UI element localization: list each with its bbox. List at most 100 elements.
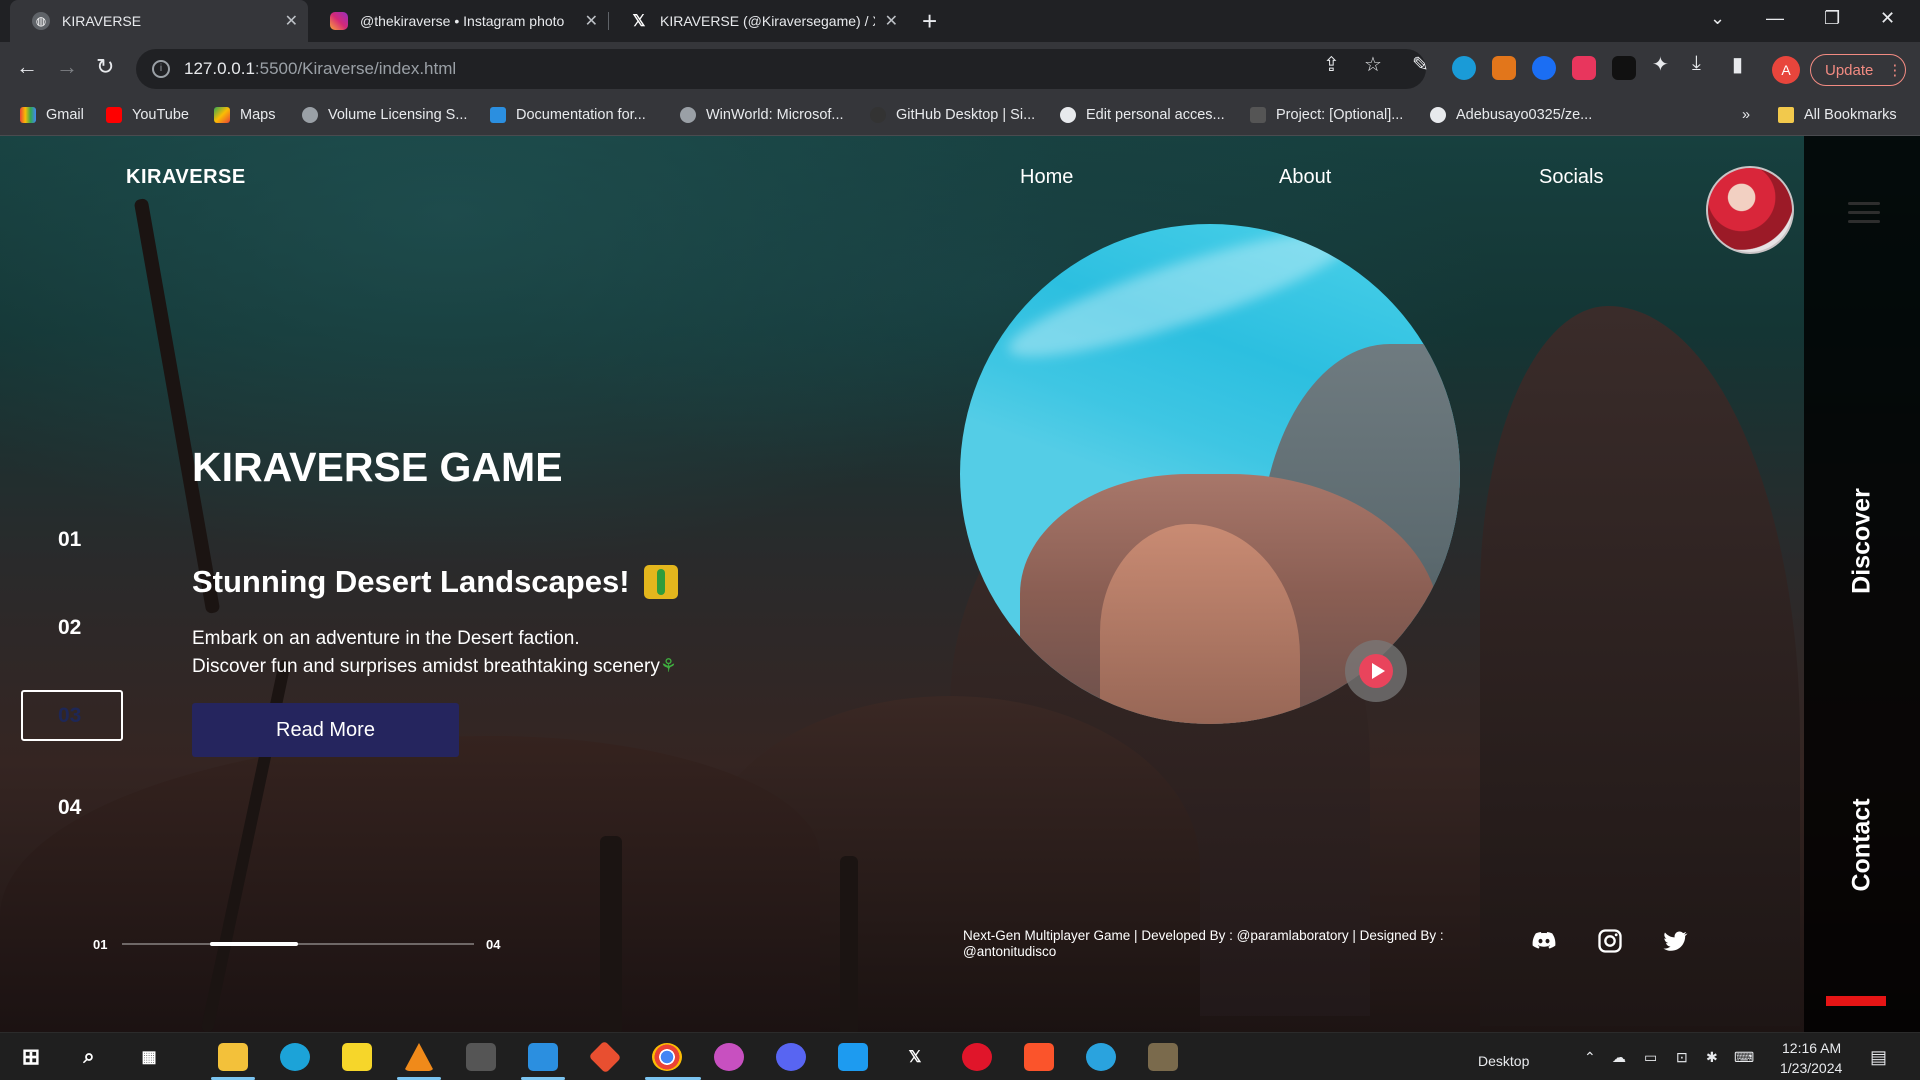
bookmark-adebusayo[interactable]: Adebusayo0325/ze... [1430, 107, 1592, 123]
github-icon [1060, 107, 1076, 123]
extension-p-icon[interactable] [1572, 56, 1596, 80]
task-view-icon[interactable]: ▦ [134, 1043, 164, 1071]
sticky-notes-icon[interactable] [342, 1043, 372, 1071]
bookmark-gmail[interactable]: Gmail [20, 107, 84, 123]
x-logo-icon[interactable]: 𝕏 [900, 1043, 930, 1071]
discord-icon[interactable] [776, 1043, 806, 1071]
bookmark-project[interactable]: Project: [Optional]... [1250, 107, 1403, 123]
bookmark-winworld[interactable]: WinWorld: Microsof... [680, 107, 844, 123]
eyedropper-icon[interactable]: ✎ [1412, 52, 1429, 77]
bookmark-volume-licensing[interactable]: Volume Licensing S... [302, 107, 467, 123]
tab-x[interactable]: 𝕏 KIRAVERSE (@Kiraversegame) / X ✕ [608, 0, 908, 42]
maximize-button[interactable]: ❐ [1824, 8, 1840, 29]
edge-icon[interactable] [280, 1043, 310, 1071]
nav-home[interactable]: Home [1020, 166, 1073, 189]
slide-number-02[interactable]: 02 [58, 616, 81, 640]
nav-socials[interactable]: Socials [1539, 166, 1603, 189]
extension-slack-icon[interactable] [1612, 56, 1636, 80]
instagram-icon[interactable] [1596, 927, 1624, 955]
extensions-puzzle-icon[interactable]: ✦ [1652, 52, 1669, 77]
contact-link[interactable]: Contact [1848, 798, 1877, 891]
bookmark-maps[interactable]: Maps [214, 107, 275, 123]
discover-link[interactable]: Discover [1848, 488, 1877, 594]
tab-search-icon[interactable]: ⌄ [1710, 8, 1725, 29]
desktop-toolbar-label[interactable]: Desktop [1478, 1053, 1529, 1069]
instagram-icon [330, 12, 348, 30]
file-explorer-icon[interactable] [218, 1043, 248, 1071]
windows-start-icon[interactable]: ⊞ [16, 1043, 46, 1071]
share-icon[interactable]: ⇪ [1323, 52, 1340, 77]
tab-kiraverse[interactable]: ◍ KIRAVERSE ✕ [10, 0, 308, 42]
wps-icon[interactable] [714, 1043, 744, 1071]
slide-description-line1: Embark on an adventure in the Desert fac… [192, 628, 580, 649]
slide-number-01[interactable]: 01 [58, 528, 81, 552]
new-tab-button[interactable]: + [922, 6, 937, 37]
slide-progress-fill [210, 942, 298, 946]
onedrive-icon[interactable]: ☁ [1612, 1049, 1626, 1066]
nav-about[interactable]: About [1279, 166, 1331, 189]
twitter-icon[interactable] [1661, 927, 1689, 955]
vlc-icon[interactable] [404, 1043, 434, 1071]
vscode-icon[interactable] [528, 1043, 558, 1071]
twitter-icon[interactable] [838, 1043, 868, 1071]
progress-start-label: 01 [93, 937, 108, 952]
close-window-button[interactable]: ✕ [1880, 8, 1895, 29]
close-tab-icon[interactable]: ✕ [885, 11, 898, 31]
bookmark-edit-access[interactable]: Edit personal acces... [1060, 107, 1225, 123]
back-button[interactable]: ← [16, 54, 38, 80]
bookmark-documentation[interactable]: Documentation for... [490, 107, 646, 123]
bookmark-youtube[interactable]: YouTube [106, 107, 189, 123]
cactus-emoji-icon: ⚘ [659, 656, 677, 677]
clock-date[interactable]: 1/23/2024 [1780, 1060, 1842, 1076]
minimize-button[interactable]: — [1766, 8, 1784, 29]
download-icon[interactable]: ⤓ [1692, 52, 1701, 75]
close-tab-icon[interactable]: ✕ [285, 11, 298, 31]
tray-chevron-icon[interactable]: ⌃ [1584, 1049, 1596, 1066]
photos-icon[interactable] [1148, 1043, 1178, 1071]
all-bookmarks-button[interactable]: All Bookmarks [1778, 107, 1897, 123]
notifications-icon[interactable]: ▤ [1870, 1047, 1887, 1068]
slide-number-03-active[interactable]: 03 [21, 690, 123, 741]
reload-button[interactable]: ↻ [96, 54, 114, 80]
bookmark-github-desktop[interactable]: GitHub Desktop | Si... [870, 107, 1035, 123]
bookmarks-overflow-button[interactable]: » [1742, 107, 1750, 123]
read-more-button[interactable]: Read More [192, 703, 459, 757]
extension-v-icon[interactable] [1532, 56, 1556, 80]
clock-time[interactable]: 12:16 AM [1782, 1040, 1841, 1056]
side-panel-icon[interactable]: ▮ [1732, 52, 1743, 77]
metamask-icon[interactable] [1492, 56, 1516, 80]
calculator-icon[interactable] [466, 1043, 496, 1071]
keyboard-icon[interactable]: ⌨ [1734, 1049, 1754, 1066]
slide-number-04[interactable]: 04 [58, 796, 81, 820]
more-menu-icon: ⋮ [1887, 62, 1903, 79]
avatar[interactable] [1706, 166, 1794, 254]
close-tab-icon[interactable]: ✕ [585, 11, 598, 31]
forward-button[interactable]: → [56, 54, 78, 80]
git-icon[interactable] [588, 1040, 622, 1074]
play-video-button[interactable] [1345, 640, 1407, 702]
chrome-icon[interactable] [652, 1043, 682, 1071]
globe-icon [302, 107, 318, 123]
profile-avatar[interactable]: A [1772, 56, 1800, 84]
search-icon[interactable]: ⌕ [74, 1043, 104, 1071]
opera-icon[interactable] [962, 1043, 992, 1071]
tab-instagram[interactable]: @thekiraverse • Instagram photo ✕ [308, 0, 608, 42]
kiraverse-page: KIRAVERSE Home About Socials KIRAVERSE G… [0, 136, 1920, 1032]
update-button[interactable]: Update ⋮ [1810, 54, 1906, 86]
address-bar[interactable]: i 127.0.0.1:5500/Kiraverse/index.html [136, 49, 1426, 89]
site-info-icon[interactable]: i [152, 60, 170, 78]
bookmark-star-icon[interactable]: ☆ [1364, 52, 1382, 77]
bluetooth-icon[interactable]: ✱ [1706, 1049, 1718, 1066]
brave-icon[interactable] [1024, 1043, 1054, 1071]
network-icon[interactable]: ⊡ [1676, 1049, 1688, 1066]
github-icon [1430, 107, 1446, 123]
extension-icon[interactable] [1452, 56, 1476, 80]
telegram-icon[interactable] [1086, 1043, 1116, 1071]
discord-icon[interactable] [1530, 927, 1558, 955]
progress-end-label: 04 [486, 937, 501, 952]
windows-taskbar: ⊞ ⌕ ▦ 𝕏 Desktop ⌃ ☁ ▭ ⊡ ✱ ⌨ 12:16 AM 1/2… [0, 1032, 1920, 1080]
battery-icon[interactable]: ▭ [1644, 1049, 1657, 1066]
play-icon [1371, 663, 1385, 679]
site-brand[interactable]: KIRAVERSE [126, 166, 246, 189]
cactus [600, 836, 622, 1032]
